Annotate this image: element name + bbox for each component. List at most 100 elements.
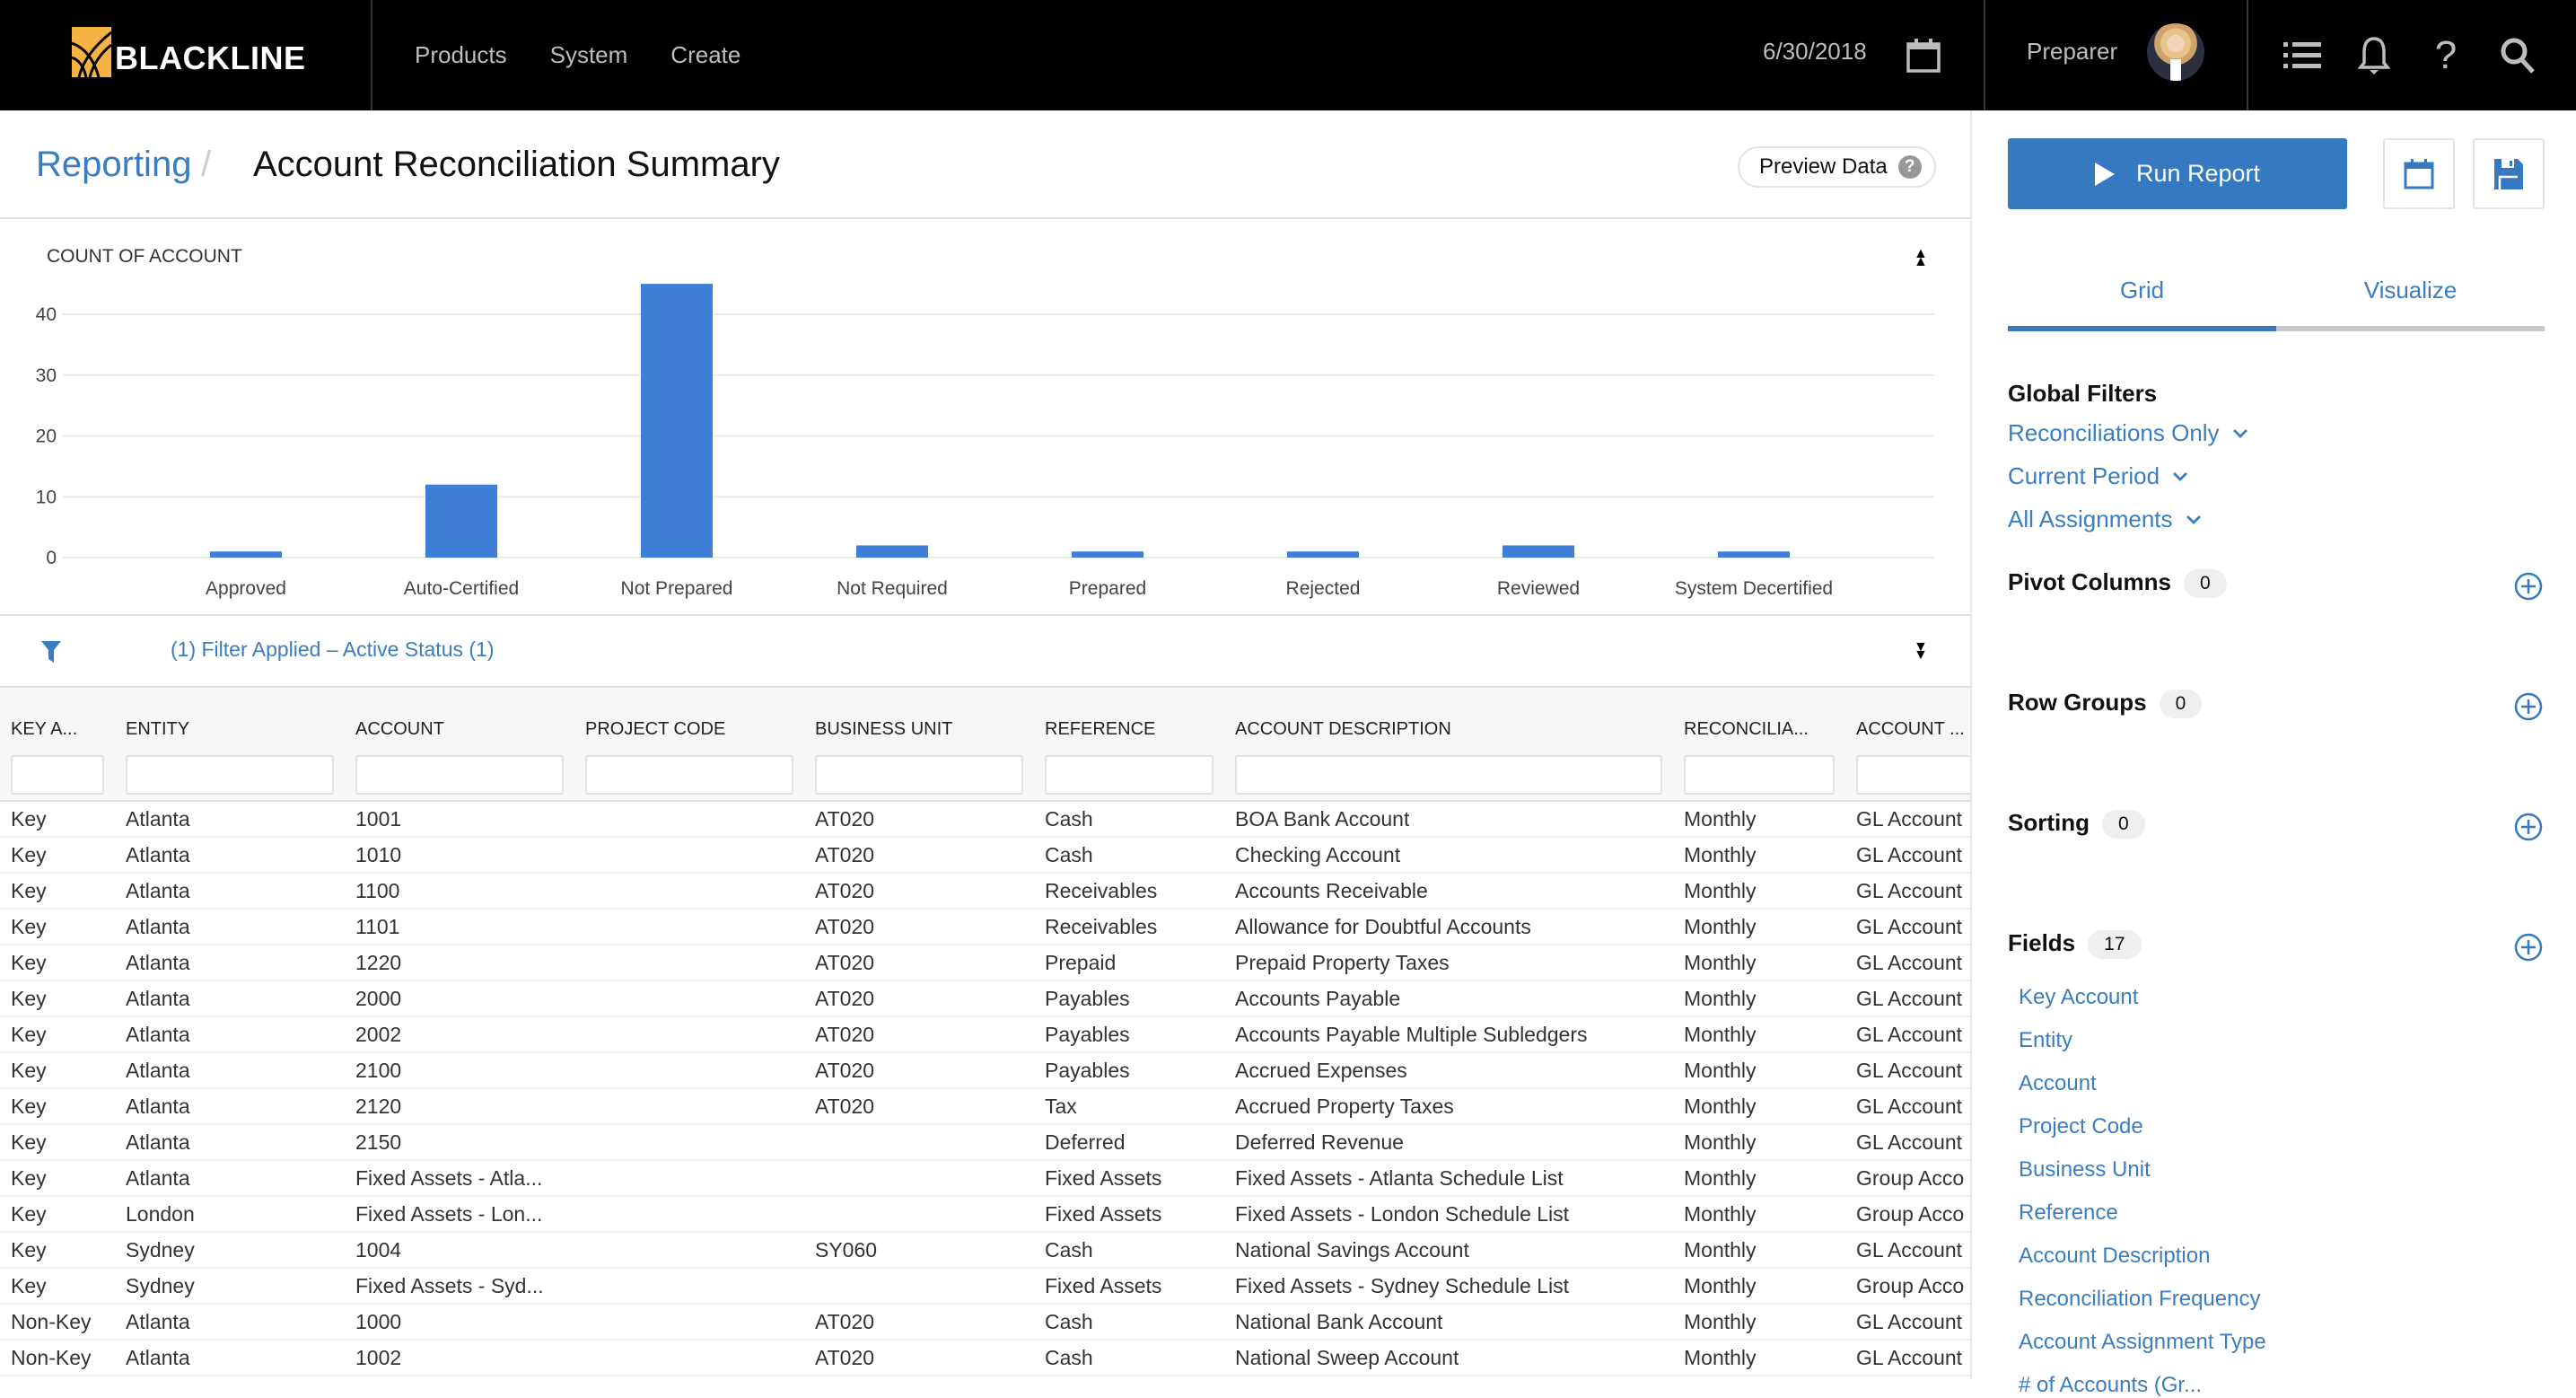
bar-auto-certified[interactable] [425, 484, 497, 558]
bar-reviewed[interactable] [1503, 545, 1574, 558]
table-row[interactable]: Non-Key Atlanta 1002 AT020 Cash National Swee… [0, 1341, 1970, 1376]
table-row[interactable]: Key Atlanta 1220 AT020 Prepaid Prepaid Proper… [0, 945, 1970, 981]
column-header[interactable]: ACCOUNT DESCRIPTION [1235, 719, 1451, 740]
column-header[interactable]: REFERENCE [1045, 719, 1155, 740]
table-cell: Monthly [1684, 843, 1757, 866]
table-cell: GL Account [1856, 915, 1963, 938]
table-cell: London [126, 1202, 195, 1226]
tab-grid[interactable]: Grid [2008, 263, 2276, 317]
table-row[interactable]: Key Atlanta 2002 AT020 Payables Accounts Paya… [0, 1017, 1970, 1053]
column-filter-input[interactable] [1045, 755, 1214, 795]
column-filter-input[interactable] [1684, 755, 1835, 795]
column-header[interactable]: ENTITY [126, 719, 189, 740]
add-circle-icon[interactable] [2514, 692, 2543, 721]
table-cell: 1100 [355, 879, 400, 902]
table-row[interactable]: Key Sydney 1004 SY060 Cash National Savings A… [0, 1233, 1970, 1269]
column-header[interactable]: PROJECT CODE [585, 719, 725, 740]
table-cell: GL Account [1856, 1238, 1963, 1262]
filter-all-assignments[interactable]: All Assignments [2008, 506, 2202, 533]
column-filter-input[interactable] [11, 755, 104, 795]
column-filter-input[interactable] [126, 755, 334, 795]
table-cell: GL Account [1856, 1023, 1963, 1046]
table-cell: 2002 [355, 1023, 402, 1046]
field-item[interactable]: Account [2019, 1071, 2097, 1096]
bar-prepared[interactable] [1072, 551, 1143, 558]
bar-chart: 0 10 20 30 40 Approved Auto-Certified Not Prepa… [36, 284, 1934, 599]
field-item[interactable]: Account Description [2019, 1244, 2210, 1269]
field-item[interactable]: Account Assignment Type [2019, 1330, 2266, 1355]
schedule-button[interactable] [2383, 138, 2455, 209]
section-title: Row Groups [2008, 689, 2147, 716]
save-button[interactable] [2473, 138, 2545, 209]
column-filter-input[interactable] [1235, 755, 1662, 795]
filter-reconciliations-only[interactable]: Reconciliations Only [2008, 419, 2248, 447]
bar-not-prepared[interactable] [641, 284, 713, 558]
bar-rejected[interactable] [1287, 551, 1359, 558]
field-item[interactable]: Project Code [2019, 1114, 2143, 1139]
table-row[interactable]: Key Atlanta 2000 AT020 Payables Accounts Paya… [0, 981, 1970, 1017]
preview-data-button[interactable]: Preview Data ? [1738, 146, 1936, 188]
field-item[interactable]: # of Accounts (Gr... [2019, 1373, 2202, 1398]
table-row[interactable]: Key Atlanta 1010 AT020 Cash Checking Account M… [0, 838, 1970, 874]
bar-approved[interactable] [210, 551, 282, 558]
nav-create[interactable]: Create [670, 41, 740, 69]
table-cell: National Bank Account [1235, 1310, 1443, 1333]
field-item[interactable]: Key Account [2019, 985, 2138, 1010]
table-row[interactable]: Key London Fixed Assets - Lon... Fixed Asse… [0, 1197, 1970, 1233]
column-filter-input[interactable] [355, 755, 564, 795]
add-circle-icon[interactable] [2514, 572, 2543, 601]
column-header[interactable]: ACCOUNT ... [1856, 719, 1965, 740]
table-row[interactable]: Key Atlanta 1101 AT020 Receivables Allowance … [0, 910, 1970, 945]
table-row[interactable]: Key Atlanta 2120 AT020 Tax Accrued Property T… [0, 1089, 1970, 1125]
table-row[interactable]: Key Atlanta 2150 Deferred Deferred Revenue Mo… [0, 1125, 1970, 1161]
bar-not-required[interactable] [856, 545, 928, 558]
add-circle-icon[interactable] [2514, 813, 2543, 841]
table-row[interactable]: Key Atlanta Fixed Assets - Atla... Fixed As… [0, 1161, 1970, 1197]
help-circle-icon[interactable]: ? [1897, 155, 1922, 179]
bar-system-decertified[interactable] [1718, 551, 1790, 558]
table-row[interactable]: Non-Key Atlanta 1000 AT020 Cash National Bank… [0, 1305, 1970, 1341]
filter-current-period[interactable]: Current Period [2008, 462, 2188, 490]
column-filter-input[interactable] [815, 755, 1023, 795]
breadcrumb-reporting[interactable]: Reporting [36, 145, 191, 185]
page-title: Account Reconciliation Summary [253, 145, 780, 184]
list-icon[interactable] [2280, 0, 2325, 110]
bell-icon[interactable] [2352, 0, 2396, 110]
table-row[interactable]: Key Atlanta 2100 AT020 Payables Accrued Expen… [0, 1053, 1970, 1089]
field-item[interactable]: Entity [2019, 1028, 2072, 1053]
table-cell: Atlanta [126, 915, 190, 938]
field-item[interactable]: Reconciliation Frequency [2019, 1287, 2260, 1312]
add-circle-icon[interactable] [2514, 933, 2543, 962]
column-header[interactable]: BUSINESS UNIT [815, 719, 952, 740]
table-row[interactable]: Key Atlanta 1001 AT020 Cash BOA Bank Account M… [0, 802, 1970, 838]
column-filter-input[interactable] [1856, 755, 1970, 795]
column-header[interactable]: ACCOUNT [355, 719, 444, 740]
table-cell: Sydney [126, 1238, 195, 1262]
help-icon[interactable]: ? [2423, 0, 2468, 110]
x-tick-label: Reviewed [1497, 578, 1580, 599]
nav-system[interactable]: System [550, 41, 628, 69]
table-cell: Atlanta [126, 1023, 190, 1046]
column-filter-input[interactable] [585, 755, 793, 795]
field-item[interactable]: Business Unit [2019, 1157, 2151, 1183]
table-cell: Accounts Payable Multiple Subledgers [1235, 1023, 1588, 1046]
nav-products[interactable]: Products [415, 41, 507, 69]
blackline-logo[interactable]: BLACKLINE [72, 27, 305, 77]
run-report-button[interactable]: Run Report [2008, 138, 2347, 209]
table-cell: Accrued Property Taxes [1235, 1095, 1454, 1118]
table-row[interactable]: Key Atlanta 1100 AT020 Receivables Accounts R… [0, 874, 1970, 910]
calendar-icon[interactable] [1901, 0, 1946, 110]
expand-filters-icon[interactable]: ▼ ▼ [1914, 640, 1928, 663]
column-header[interactable]: KEY A... [11, 719, 77, 740]
user-role[interactable]: Preparer [2027, 0, 2117, 110]
table-cell: Tax [1045, 1095, 1077, 1118]
table-cell: Monthly [1684, 1346, 1757, 1369]
applied-filter-link[interactable]: (1) Filter Applied – Active Status (1) [171, 637, 495, 662]
search-icon[interactable] [2495, 0, 2540, 110]
table-row[interactable]: Key Sydney Fixed Assets - Syd... Fixed Asse… [0, 1269, 1970, 1305]
field-item[interactable]: Reference [2019, 1200, 2118, 1226]
filter-icon[interactable] [41, 641, 61, 663]
tab-visualize[interactable]: Visualize [2276, 263, 2545, 317]
column-header[interactable]: RECONCILIA... [1684, 719, 1809, 740]
avatar[interactable] [2147, 23, 2204, 81]
